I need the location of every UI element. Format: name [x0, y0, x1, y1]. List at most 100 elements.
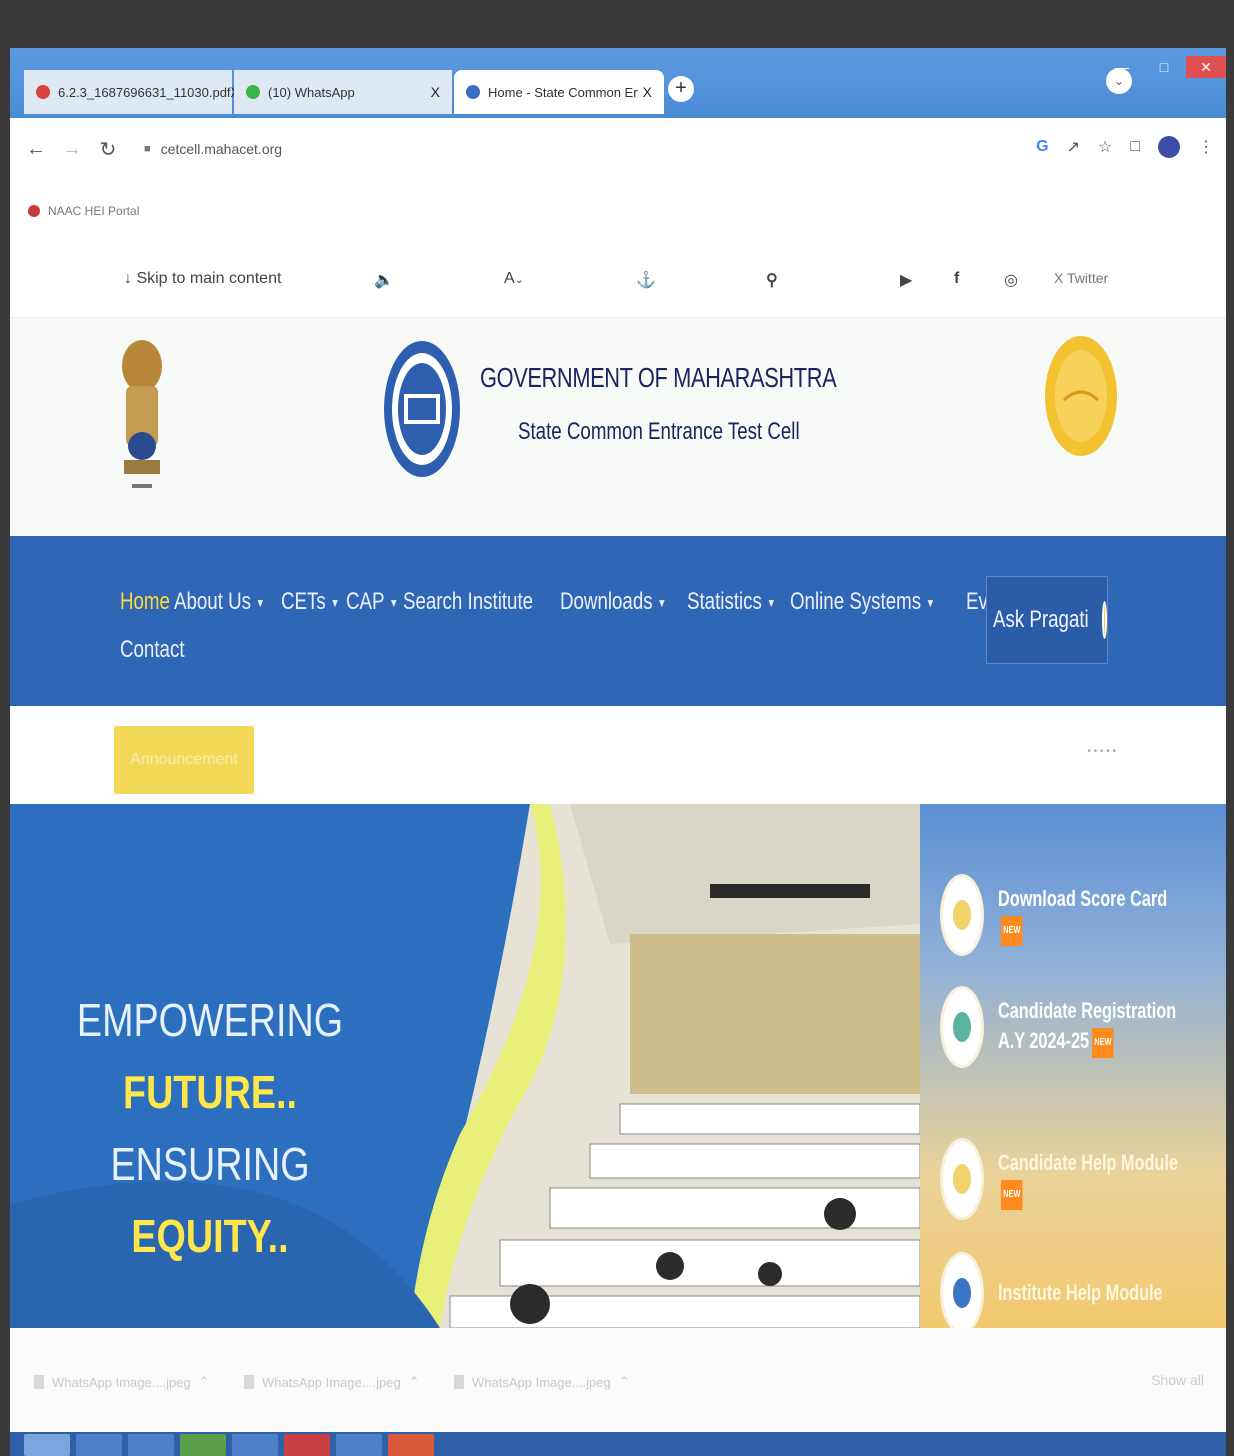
twitter-link[interactable]: X Twitter — [1054, 270, 1108, 286]
download-filename: WhatsApp Image....jpeg — [262, 1374, 401, 1390]
quick-link-institute-help[interactable]: Institute Help Module — [940, 1252, 1226, 1328]
taskbar-app-icon[interactable] — [336, 1434, 382, 1456]
caret-down-icon: ▼ — [926, 595, 936, 610]
chevron-up-icon[interactable]: ⌃ — [409, 1374, 420, 1390]
forward-icon[interactable]: → — [62, 138, 82, 161]
new-tab-button[interactable]: + — [668, 76, 694, 102]
back-icon[interactable]: ← — [26, 138, 46, 161]
hero-tagline: EMPOWERING FUTURE.. ENSURING EQUITY.. — [10, 984, 410, 1272]
announcement-button[interactable]: Announcement — [114, 726, 254, 794]
taskbar-chrome-icon[interactable] — [388, 1434, 434, 1456]
taskbar-app-icon[interactable] — [76, 1434, 122, 1456]
nav-home[interactable]: Home — [120, 588, 170, 616]
caret-down-icon: ▼ — [766, 595, 776, 610]
facebook-icon[interactable]: f — [954, 270, 959, 288]
nav-row-2: Contact — [120, 636, 185, 664]
browser-tab-strip: 6.2.3_1687696631_11030.pdf X (10) WhatsA… — [10, 48, 1226, 118]
browser-tab-pdf[interactable]: 6.2.3_1687696631_11030.pdf X — [24, 70, 240, 114]
quick-link-text: Candidate Help Module — [998, 1150, 1179, 1176]
nav-cets[interactable]: CETs ▼ — [281, 588, 340, 616]
image-file-icon — [244, 1375, 254, 1389]
nav-label: CAP — [345, 588, 385, 615]
quick-link-label: Institute Help Module — [998, 1278, 1190, 1308]
show-all-downloads[interactable]: Show all — [1151, 1372, 1204, 1388]
toolbar-icons: G ↗ ☆ □ ⋮ — [1036, 136, 1214, 158]
whatsapp-favicon-icon — [246, 85, 260, 99]
nav-contact[interactable]: Contact — [120, 636, 185, 664]
caret-down-icon: ▼ — [657, 595, 667, 610]
font-size-dropdown[interactable]: A⌄ — [504, 270, 524, 288]
download-item[interactable]: WhatsApp Image....jpeg ⌃ — [454, 1374, 630, 1390]
maximize-icon[interactable]: □ — [1144, 56, 1184, 78]
nav-search-institute[interactable]: Search Institute — [403, 588, 533, 616]
minimize-icon[interactable]: — — [1102, 56, 1142, 78]
download-item[interactable]: WhatsApp Image....jpeg ⌃ — [34, 1374, 210, 1390]
header-subtitle: State Common Entrance Test Cell — [518, 418, 800, 445]
nav-cap[interactable]: CAP ▼ — [346, 588, 398, 616]
start-icon[interactable] — [24, 1434, 70, 1456]
tagline-line-3: ENSURING EQUITY.. — [46, 1128, 374, 1272]
nav-about-us[interactable]: About Us ▼ — [174, 588, 265, 616]
download-icon — [940, 874, 984, 956]
chatbot-avatar-icon — [1101, 601, 1107, 639]
announcement-strip: Announcement • • • • • — [10, 706, 1226, 804]
quick-link-score-card[interactable]: Download Score Card NEW — [940, 874, 1226, 956]
youtube-icon[interactable]: ▶ — [900, 270, 912, 290]
announcement-ticker[interactable]: • • • • • — [1087, 746, 1116, 757]
ask-pragati-button[interactable]: Ask Pragati — [986, 576, 1108, 664]
site-favicon-icon — [466, 85, 480, 99]
quick-link-candidate-help[interactable]: Candidate Help Module NEW — [940, 1138, 1226, 1220]
caret-down-icon: ▼ — [330, 595, 340, 610]
window-close-icon[interactable]: ✕ — [1186, 56, 1226, 78]
taskbar-app-icon[interactable] — [232, 1434, 278, 1456]
download-filename: WhatsApp Image....jpeg — [472, 1374, 611, 1390]
taskbar-app-icon[interactable] — [180, 1434, 226, 1456]
pdf-favicon-icon — [36, 85, 50, 99]
sitemap-icon[interactable]: ⚓ — [636, 270, 656, 290]
downloads-bar: WhatsApp Image....jpeg ⌃ WhatsApp Image.… — [10, 1328, 1226, 1432]
quick-link-label: Candidate Registration A.Y 2024-25 NEW — [998, 996, 1190, 1058]
close-tab-icon[interactable]: X — [643, 84, 652, 100]
cet-cell-logo — [384, 341, 460, 477]
download-item[interactable]: WhatsApp Image....jpeg ⌃ — [244, 1374, 420, 1390]
reload-icon[interactable]: ↻ — [98, 137, 118, 162]
close-tab-icon[interactable]: X — [431, 84, 440, 100]
share-icon[interactable]: ↗ — [1067, 137, 1080, 157]
nav-online-systems[interactable]: Online Systems ▼ — [790, 588, 935, 616]
profile-avatar[interactable] — [1158, 136, 1180, 158]
nav-downloads[interactable]: Downloads ▼ — [560, 588, 667, 616]
maharashtra-seal-logo — [1045, 336, 1117, 456]
taskbar-app-icon[interactable] — [128, 1434, 174, 1456]
search-icon[interactable]: ⚲ — [766, 270, 778, 290]
nav-label: Statistics — [686, 588, 762, 615]
url-text: cetcell.mahacet.org — [160, 141, 283, 157]
screen-reader-icon[interactable]: 🔈 — [374, 270, 394, 290]
browser-tab-cetcell[interactable]: Home - State Common Entranc X — [454, 70, 664, 114]
skip-to-main-link[interactable]: ↓ Skip to main content — [124, 270, 281, 288]
browser-tab-whatsapp[interactable]: (10) WhatsApp X — [234, 70, 452, 114]
bookmark-star-icon[interactable]: ☆ — [1098, 137, 1112, 157]
taskbar-app-icon[interactable] — [284, 1434, 330, 1456]
google-icon[interactable]: G — [1036, 138, 1048, 156]
new-badge: NEW — [1000, 1179, 1023, 1210]
quick-links-panel: Download Score Card NEW Candidate Registr… — [920, 804, 1226, 1328]
chevron-up-icon[interactable]: ⌃ — [619, 1374, 630, 1390]
instagram-icon[interactable]: ◎ — [1004, 270, 1018, 290]
os-taskbar — [10, 1432, 1226, 1456]
nav-label: CETs — [280, 588, 326, 615]
quick-link-candidate-registration[interactable]: Candidate Registration A.Y 2024-25 NEW — [940, 986, 1226, 1068]
url-field[interactable]: ■ cetcell.mahacet.org — [144, 141, 282, 157]
nav-statistics[interactable]: Statistics ▼ — [687, 588, 776, 616]
naac-favicon-icon — [28, 205, 40, 217]
nav-label: Online Systems — [790, 588, 922, 615]
tab-title: 6.2.3_1687696631_11030.pdf — [58, 84, 231, 100]
bookmark-naac[interactable]: NAAC HEI Portal — [48, 204, 139, 218]
quick-link-text: Download Score Card — [998, 886, 1168, 912]
tab-title: Home - State Common Entranc — [488, 84, 638, 100]
chevron-up-icon[interactable]: ⌃ — [199, 1374, 210, 1390]
menu-dots-icon[interactable]: ⋮ — [1198, 137, 1214, 157]
down-arrow-icon: ↓ — [124, 270, 132, 287]
quick-link-label: Download Score Card NEW — [998, 884, 1190, 946]
sidepanel-icon[interactable]: □ — [1130, 138, 1140, 156]
caret-down-icon: ▼ — [389, 595, 399, 610]
